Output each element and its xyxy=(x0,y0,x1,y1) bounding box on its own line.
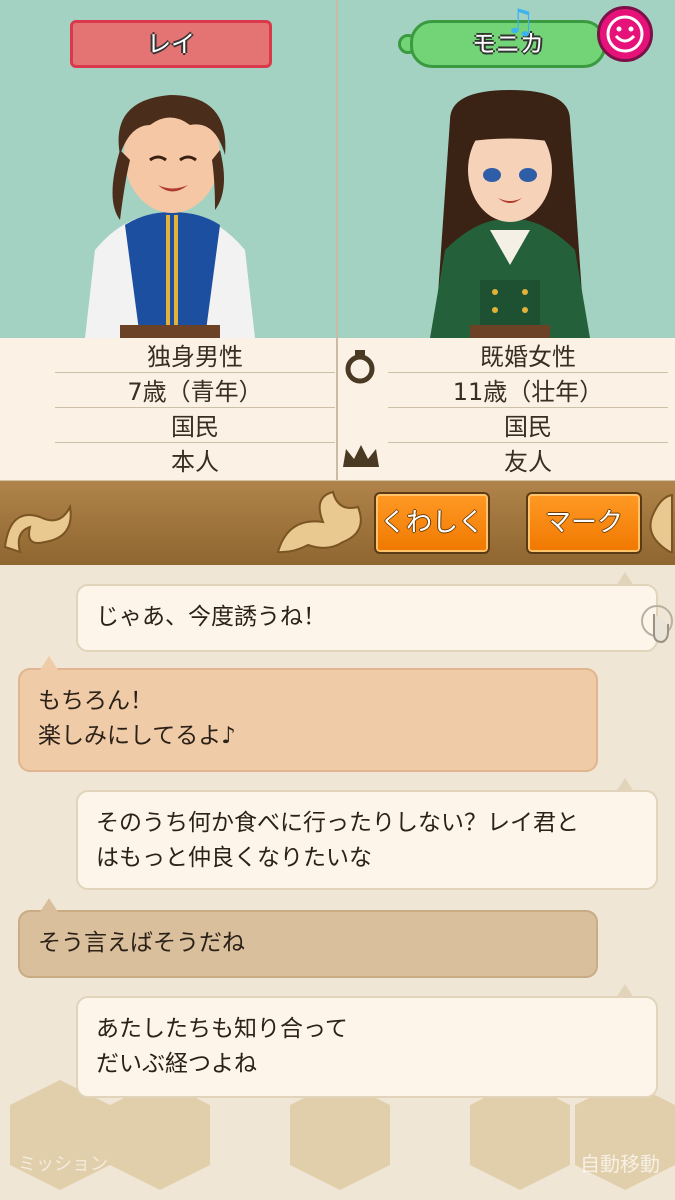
chat-bubble-right: あたしたちも知り合って だいぶ経つよね xyxy=(76,996,658,1098)
name-tag-left[interactable]: レイ xyxy=(70,20,272,68)
chat-message: そう言えばそうだね xyxy=(38,930,245,956)
chat-message: そのうち何か食べに行ったりしない？レイ君と はもっと仲良くなりたいな xyxy=(96,810,579,871)
bubble-tail xyxy=(616,572,634,586)
relation-right: 友人 xyxy=(504,448,552,476)
right-ornament xyxy=(649,493,673,553)
character-right-avatar xyxy=(430,90,590,338)
music-note-icon: ♫ xyxy=(505,2,536,42)
marital-status-right: 既婚女性 xyxy=(388,338,668,373)
bubble-tail xyxy=(616,778,634,792)
auto-move-menu-label: 自動移動 xyxy=(580,1152,660,1176)
bubble-tail xyxy=(40,656,58,670)
bubble-tail xyxy=(40,898,58,912)
relation-left: 本人 xyxy=(171,448,219,476)
mission-menu-label: ミッション xyxy=(18,1154,108,1175)
touch-hand-icon[interactable] xyxy=(640,604,674,648)
chat-message: じゃあ、今度誘うね！ xyxy=(96,604,326,630)
ring-icon xyxy=(345,350,375,384)
citizenship-left: 国民 xyxy=(55,408,335,443)
chat-message: もちろん！ 楽しみにしてるよ♪ xyxy=(38,688,236,749)
details-button[interactable]: くわしく xyxy=(374,492,490,554)
panel-divider xyxy=(336,0,338,480)
chat-bubble-left: もちろん！ 楽しみにしてるよ♪ xyxy=(18,668,598,772)
character-left-avatar xyxy=(85,95,255,338)
chat-bubble-right: そのうち何か食べに行ったりしない？レイ君と はもっと仲良くなりたいな xyxy=(76,790,658,890)
smiley-mood-icon[interactable] xyxy=(597,6,653,62)
age-left: 7歳（青年） xyxy=(55,373,335,408)
crown-icon xyxy=(343,445,379,467)
mark-button[interactable]: マーク xyxy=(526,492,642,554)
center-ornament xyxy=(276,490,362,554)
chat-message: あたしたちも知り合って だいぶ経つよね xyxy=(96,1016,348,1077)
left-ornament xyxy=(3,503,72,554)
bubble-tail xyxy=(616,984,634,998)
info-column-right: 既婚女性 11歳（壮年） 国民 友人 xyxy=(388,338,668,477)
chat-bubble-right: じゃあ、今度誘うね！ xyxy=(76,584,658,652)
citizenship-right: 国民 xyxy=(388,408,668,443)
marital-status-left: 独身男性 xyxy=(55,338,335,373)
age-right: 11歳（壮年） xyxy=(388,373,668,408)
chat-bubble-left: そう言えばそうだね xyxy=(18,910,598,978)
info-column-left: 独身男性 7歳（青年） 国民 本人 xyxy=(55,338,335,477)
